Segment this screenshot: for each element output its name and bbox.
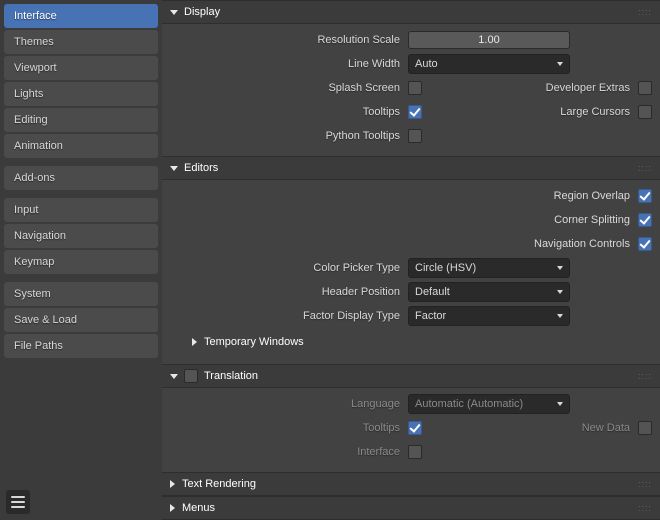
factor-display-type-label: Factor Display Type bbox=[170, 310, 408, 322]
hamburger-icon bbox=[11, 501, 25, 503]
section-body-editors: Region Overlap Corner Splitting Navigati… bbox=[162, 180, 660, 364]
sidebar-item-save-load[interactable]: Save & Load bbox=[4, 308, 158, 332]
large-cursors-label: Large Cursors bbox=[422, 106, 638, 118]
navigation-controls-checkbox[interactable] bbox=[638, 237, 652, 251]
developer-extras-label: Developer Extras bbox=[422, 82, 638, 94]
resolution-scale-field[interactable]: 1.00 bbox=[408, 31, 570, 49]
drag-grip-icon: :::: bbox=[638, 371, 652, 381]
developer-extras-checkbox[interactable] bbox=[638, 81, 652, 95]
section-title: Temporary Windows bbox=[204, 336, 304, 348]
section-header-temporary-windows[interactable]: Temporary Windows bbox=[170, 330, 652, 354]
sidebar-item-viewport[interactable]: Viewport bbox=[4, 56, 158, 80]
sidebar-item-keymap[interactable]: Keymap bbox=[4, 250, 158, 274]
line-width-label: Line Width bbox=[170, 58, 408, 70]
chevron-down-icon bbox=[557, 290, 563, 294]
language-label: Language bbox=[170, 398, 408, 410]
tooltips-label: Tooltips bbox=[170, 106, 408, 118]
section-header-translation[interactable]: Translation :::: bbox=[162, 364, 660, 388]
preferences-main-panel: Display :::: Resolution Scale 1.00 Line … bbox=[162, 0, 660, 520]
section-title: Editors bbox=[184, 162, 218, 174]
sidebar-item-input[interactable]: Input bbox=[4, 198, 158, 222]
section-header-text-rendering[interactable]: Text Rendering :::: bbox=[162, 472, 660, 496]
section-title: Text Rendering bbox=[182, 478, 256, 490]
chevron-right-icon bbox=[192, 338, 197, 346]
drag-grip-icon: :::: bbox=[638, 163, 652, 173]
translate-tooltips-label: Tooltips bbox=[170, 422, 408, 434]
preferences-sidebar: InterfaceThemesViewportLightsEditingAnim… bbox=[0, 0, 162, 520]
sidebar-item-navigation[interactable]: Navigation bbox=[4, 224, 158, 248]
drag-grip-icon: :::: bbox=[638, 503, 652, 513]
header-position-label: Header Position bbox=[170, 286, 408, 298]
chevron-down-icon bbox=[557, 314, 563, 318]
sidebar-item-system[interactable]: System bbox=[4, 282, 158, 306]
section-title: Translation bbox=[204, 370, 258, 382]
splash-screen-checkbox[interactable] bbox=[408, 81, 422, 95]
corner-splitting-checkbox[interactable] bbox=[638, 213, 652, 227]
sidebar-item-add-ons[interactable]: Add-ons bbox=[4, 166, 158, 190]
section-title: Display bbox=[184, 6, 220, 18]
preferences-menu-button[interactable] bbox=[6, 490, 30, 514]
translate-new-data-checkbox[interactable] bbox=[638, 421, 652, 435]
chevron-down-icon bbox=[170, 10, 178, 15]
resolution-scale-label: Resolution Scale bbox=[170, 34, 408, 46]
chevron-right-icon bbox=[170, 480, 175, 488]
translate-interface-checkbox[interactable] bbox=[408, 445, 422, 459]
region-overlap-label: Region Overlap bbox=[408, 190, 638, 202]
chevron-down-icon bbox=[170, 374, 178, 379]
sidebar-item-animation[interactable]: Animation bbox=[4, 134, 158, 158]
factor-display-type-select[interactable]: Factor bbox=[408, 306, 570, 326]
sidebar-item-themes[interactable]: Themes bbox=[4, 30, 158, 54]
color-picker-type-label: Color Picker Type bbox=[170, 262, 408, 274]
translate-tooltips-checkbox[interactable] bbox=[408, 421, 422, 435]
drag-grip-icon: :::: bbox=[638, 7, 652, 17]
chevron-down-icon bbox=[170, 166, 178, 171]
translate-new-data-label: New Data bbox=[422, 422, 638, 434]
translate-interface-label: Interface bbox=[170, 446, 408, 458]
section-title: Menus bbox=[182, 502, 215, 514]
section-body-display: Resolution Scale 1.00 Line Width Auto Sp… bbox=[162, 24, 660, 156]
sidebar-item-interface[interactable]: Interface bbox=[4, 4, 158, 28]
drag-grip-icon: :::: bbox=[638, 479, 652, 489]
section-header-editors[interactable]: Editors :::: bbox=[162, 156, 660, 180]
python-tooltips-checkbox[interactable] bbox=[408, 129, 422, 143]
corner-splitting-label: Corner Splitting bbox=[408, 214, 638, 226]
large-cursors-checkbox[interactable] bbox=[638, 105, 652, 119]
region-overlap-checkbox[interactable] bbox=[638, 189, 652, 203]
section-header-menus[interactable]: Menus :::: bbox=[162, 496, 660, 520]
navigation-controls-label: Navigation Controls bbox=[408, 238, 638, 250]
section-header-display[interactable]: Display :::: bbox=[162, 0, 660, 24]
chevron-down-icon bbox=[557, 402, 563, 406]
python-tooltips-label: Python Tooltips bbox=[170, 130, 408, 142]
section-body-translation: Language Automatic (Automatic) Tooltips … bbox=[162, 388, 660, 472]
header-position-select[interactable]: Default bbox=[408, 282, 570, 302]
line-width-select[interactable]: Auto bbox=[408, 54, 570, 74]
sidebar-item-lights[interactable]: Lights bbox=[4, 82, 158, 106]
translation-enable-checkbox[interactable] bbox=[184, 369, 198, 383]
splash-screen-label: Splash Screen bbox=[170, 82, 408, 94]
chevron-right-icon bbox=[170, 504, 175, 512]
sidebar-item-file-paths[interactable]: File Paths bbox=[4, 334, 158, 358]
chevron-down-icon bbox=[557, 266, 563, 270]
color-picker-type-select[interactable]: Circle (HSV) bbox=[408, 258, 570, 278]
language-select[interactable]: Automatic (Automatic) bbox=[408, 394, 570, 414]
chevron-down-icon bbox=[557, 62, 563, 66]
sidebar-item-editing[interactable]: Editing bbox=[4, 108, 158, 132]
tooltips-checkbox[interactable] bbox=[408, 105, 422, 119]
